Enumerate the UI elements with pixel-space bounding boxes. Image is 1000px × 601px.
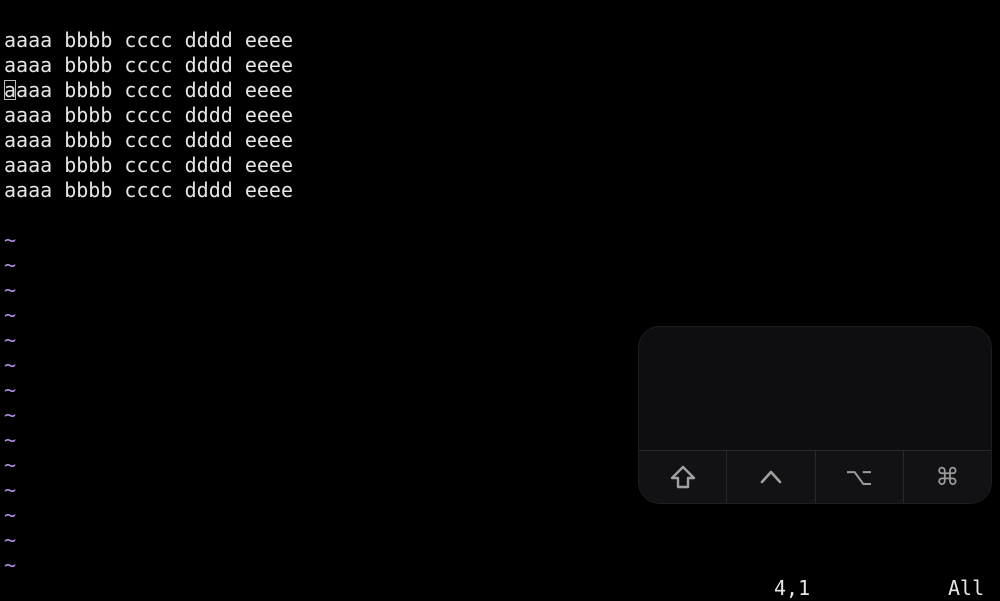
shift-icon [670, 465, 696, 489]
empty-line-markers: ~ ~ ~ ~ ~ ~ ~ ~ ~ ~ ~ ~ ~ ~ [0, 228, 16, 578]
shift-key[interactable] [639, 451, 728, 503]
buffer-line-4[interactable]: aaaa bbbb cccc dddd eeee [0, 103, 1000, 128]
option-icon: ⌥ [845, 463, 873, 491]
command-key[interactable]: ⌘ [903, 451, 991, 503]
scroll-indicator: All [948, 576, 985, 600]
tilde-marker: ~ [4, 278, 17, 302]
tilde-marker: ~ [4, 303, 17, 327]
tilde-marker: ~ [4, 253, 17, 277]
tilde-marker: ~ [4, 553, 17, 577]
tilde-marker: ~ [4, 478, 17, 502]
modifier-keys-overlay: ⌥ ⌘ [638, 326, 992, 504]
command-icon: ⌘ [935, 463, 960, 491]
trackpad-area[interactable] [639, 327, 991, 451]
control-icon [759, 467, 783, 487]
buffer-line-5[interactable]: aaaa bbbb cccc dddd eeee [0, 128, 1000, 153]
cursor-position: 4,1 [774, 576, 811, 600]
tilde-marker: ~ [4, 503, 17, 527]
modifier-key-row: ⌥ ⌘ [639, 450, 991, 503]
buffer-line-3-rest: aaa bbbb cccc dddd eeee [16, 78, 293, 102]
tilde-marker: ~ [4, 403, 17, 427]
buffer-line-7[interactable]: aaaa bbbb cccc dddd eeee [0, 178, 1000, 203]
option-key[interactable]: ⌥ [815, 451, 904, 503]
buffer-line-2[interactable]: aaaa bbbb cccc dddd eeee [0, 53, 1000, 78]
buffer-line-6[interactable]: aaaa bbbb cccc dddd eeee [0, 153, 1000, 178]
text-cursor: a [4, 78, 17, 102]
tilde-marker: ~ [4, 378, 17, 402]
tilde-marker: ~ [4, 328, 17, 352]
tilde-marker: ~ [4, 428, 17, 452]
editor-buffer[interactable]: aaaa bbbb cccc dddd eeee aaaa bbbb cccc … [0, 28, 1000, 203]
control-key[interactable] [727, 451, 816, 503]
tilde-marker: ~ [4, 528, 17, 552]
buffer-line-3-current[interactable]: aaaa bbbb cccc dddd eeee [0, 78, 1000, 103]
buffer-line-1[interactable]: aaaa bbbb cccc dddd eeee [0, 28, 1000, 53]
tilde-marker: ~ [4, 453, 17, 477]
tilde-marker: ~ [4, 228, 17, 252]
tilde-marker: ~ [4, 353, 17, 377]
